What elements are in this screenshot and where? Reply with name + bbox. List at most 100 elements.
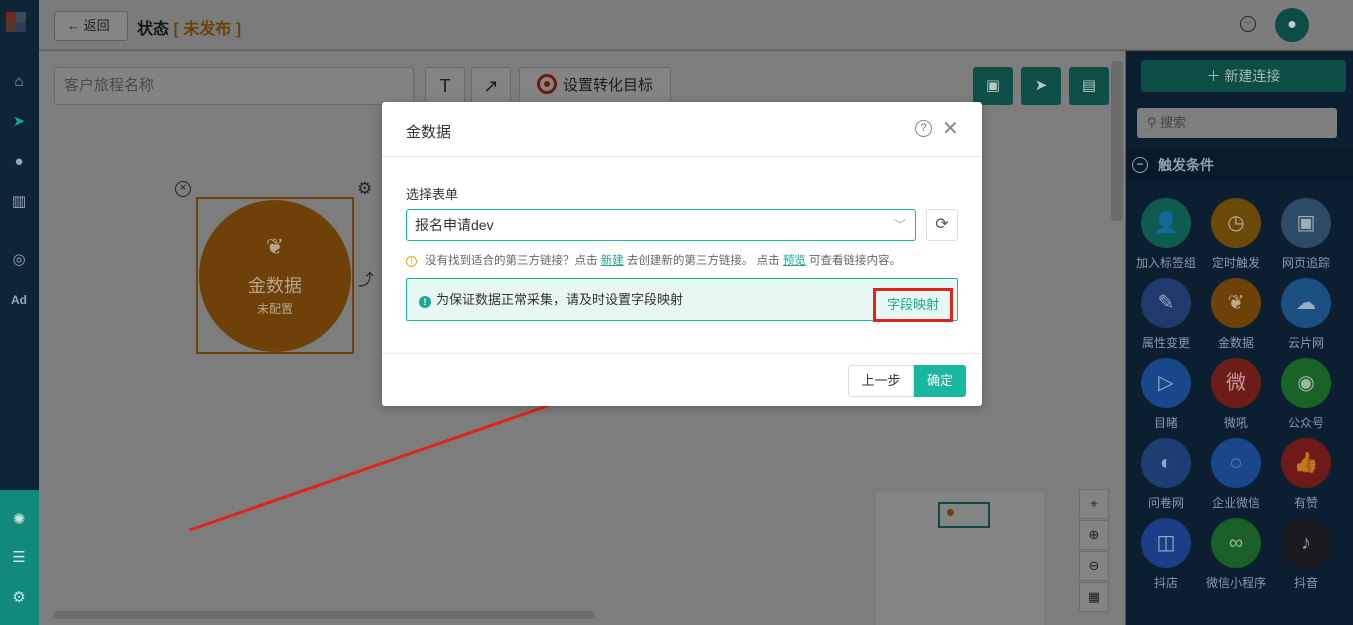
edit-icon: ✎ xyxy=(1141,278,1191,328)
person-add-icon: 👤 xyxy=(1141,198,1191,248)
trigger-item[interactable]: ☁ 云片网 xyxy=(1271,278,1341,351)
cloud-icon: ☁ xyxy=(1281,278,1331,328)
status-badge: [ 未发布 ] xyxy=(173,21,242,38)
hint-line: ! 没有找到适合的第三方链接？点击 新建 去创建新的第三方链接。 点击 预览 可查… xyxy=(406,252,901,268)
leaf-icon: ❦ xyxy=(265,234,285,259)
form-select[interactable]: 报名申请dev ﹀ xyxy=(406,209,916,241)
field-mapping-link[interactable]: 字段映射 xyxy=(873,288,953,322)
wechat-icon: ◉ xyxy=(1281,358,1331,408)
user-icon[interactable]: ● xyxy=(9,152,29,172)
layout-button[interactable]: ▤ xyxy=(1069,67,1109,105)
trigger-section-header[interactable]: − 触发条件 xyxy=(1126,149,1353,181)
new-link[interactable]: 新建 xyxy=(601,255,624,267)
set-conversion-goal-button[interactable]: 设置转化目标 xyxy=(519,67,671,105)
weihou-icon: 微 xyxy=(1211,358,1261,408)
publish-button[interactable]: ➤ xyxy=(1021,67,1061,105)
trigger-item-label: 云片网 xyxy=(1287,336,1324,350)
trigger-item[interactable]: ◷ 定时触发 xyxy=(1201,198,1271,271)
target-icon xyxy=(536,74,557,94)
trigger-item[interactable]: ◌ 企业微信 xyxy=(1201,438,1271,511)
jinshuju-node[interactable]: ❦ 金数据 未配置 xyxy=(199,200,351,352)
top-bar: ← 返回 状态 [ 未发布 ] xyxy=(39,0,1353,50)
connector-handle-icon[interactable]: ⤴ xyxy=(358,266,374,290)
selected-form-value: 报名申请dev xyxy=(415,217,494,233)
back-button[interactable]: ← 返回 xyxy=(54,11,128,41)
modal-footer: 上一步 确定 xyxy=(382,353,982,406)
tiktok-icon: ♪ xyxy=(1281,518,1331,568)
chevron-down-icon: ﹀ xyxy=(893,218,906,232)
text-tool-button[interactable]: T xyxy=(425,67,465,105)
trigger-item[interactable]: ✎ 属性变更 xyxy=(1131,278,1201,351)
trigger-item[interactable]: ▣ 网页追踪 xyxy=(1271,198,1341,271)
left-nav-rail: ⌂ ➤ ● ▥ ◎ Ad ✺ ☰ ⚙ xyxy=(0,0,39,625)
modal-title: 金数据 xyxy=(406,124,452,141)
back-label: 返回 xyxy=(83,18,110,33)
save-button[interactable]: ▣ xyxy=(973,67,1013,105)
fit-view-icon[interactable]: ▦ xyxy=(1079,582,1109,612)
server-icon[interactable]: ☰ xyxy=(9,548,29,568)
help-icon[interactable]: ? xyxy=(915,120,932,137)
trigger-item-label: 抖音 xyxy=(1293,576,1318,590)
node-status: 未配置 xyxy=(256,302,293,316)
avatar[interactable]: ● xyxy=(1275,8,1309,42)
page-title: 状态 [ 未发布 ] xyxy=(137,21,242,38)
wenjuan-icon: ◐ xyxy=(1141,438,1191,488)
jinshuju-icon: ❦ xyxy=(1211,278,1261,328)
minimap-node xyxy=(947,509,954,516)
confirm-button[interactable]: 确定 xyxy=(914,365,966,397)
plus-icon: ＋ xyxy=(1206,68,1221,84)
trigger-item[interactable]: 微微吼 xyxy=(1201,358,1271,431)
network-icon[interactable]: ✺ xyxy=(9,510,29,530)
trigger-item-label: 企业微信 xyxy=(1211,496,1260,510)
panel-search-input[interactable]: ⚲ 搜索 xyxy=(1137,108,1337,138)
gear-icon[interactable]: ⚙ xyxy=(9,588,29,608)
webpage-icon: ▣ xyxy=(1281,198,1331,248)
arrow-tool-button[interactable]: ↗ xyxy=(471,67,511,105)
minimap-viewport[interactable] xyxy=(938,502,990,528)
zoom-in-icon[interactable]: ⊕ xyxy=(1079,520,1109,550)
ad-icon[interactable]: Ad xyxy=(9,290,29,310)
trigger-item[interactable]: ◫ 抖店 xyxy=(1131,518,1201,591)
journey-name-input[interactable]: 客户旅程名称 xyxy=(54,67,414,105)
horizontal-scrollbar[interactable] xyxy=(54,611,594,619)
locate-icon[interactable]: ⌖ xyxy=(1079,489,1109,519)
jinshuju-modal: 金数据 ? ✕ 选择表单 报名申请dev ﹀ ⟳ ! 没有找到适合的第三方链接？点… xyxy=(382,102,982,406)
trigger-item-label: 有赞 xyxy=(1293,496,1318,510)
node-settings-icon[interactable]: ⚙ xyxy=(357,179,372,199)
previous-step-button[interactable]: 上一步 xyxy=(848,365,914,397)
trigger-item[interactable]: 👤 加入标签组 xyxy=(1131,198,1201,271)
send-icon: ➤ xyxy=(1034,77,1048,94)
trigger-item[interactable]: ♪ 抖音 xyxy=(1271,518,1341,591)
save-icon: ▣ xyxy=(985,77,1001,94)
trigger-item[interactable]: ▷ 目睹 xyxy=(1131,358,1201,431)
modal-header: 金数据 ? ✕ xyxy=(382,102,982,157)
trigger-item[interactable]: ∞ 微信小程序 xyxy=(1201,518,1271,591)
wechat-icon[interactable]: ◎ xyxy=(9,250,29,270)
arrow-left-icon: ← xyxy=(67,18,80,33)
home-icon[interactable]: ⌂ xyxy=(9,72,29,92)
bar-chart-icon[interactable]: ▥ xyxy=(9,192,29,212)
vertical-scrollbar[interactable] xyxy=(1111,61,1123,221)
chat-icon[interactable]: ··· xyxy=(1240,16,1256,32)
trigger-item-label: 定时触发 xyxy=(1211,256,1260,270)
trigger-item[interactable]: ◉ 公众号 xyxy=(1271,358,1341,431)
trigger-item[interactable]: 👍 有赞 xyxy=(1271,438,1341,511)
close-icon[interactable]: ✕ xyxy=(942,116,959,141)
form-select-label: 选择表单 xyxy=(406,187,459,202)
new-connection-button[interactable]: ＋ 新建连接 xyxy=(1141,60,1346,92)
right-panel: ＋ 新建连接 ⚲ 搜索 − 触发条件 👤 加入标签组 ◷ 定时触发 ▣ 网页追踪 ✎ 属性变更… xyxy=(1126,51,1353,625)
trigger-item-label: 目睹 xyxy=(1153,416,1178,430)
thumbs-up-icon: 👍 xyxy=(1281,438,1331,488)
play-icon: ▷ xyxy=(1141,358,1191,408)
warning-icon: ! xyxy=(406,256,417,267)
app-logo xyxy=(6,8,34,46)
send-icon[interactable]: ➤ xyxy=(9,112,29,132)
zoom-out-icon[interactable]: ⊖ xyxy=(1079,551,1109,581)
minimap[interactable] xyxy=(876,493,1044,625)
trigger-item[interactable]: ❦ 金数据 xyxy=(1201,278,1271,351)
preview-link[interactable]: 预览 xyxy=(783,255,806,267)
trigger-item[interactable]: ◐ 问卷网 xyxy=(1131,438,1201,511)
refresh-button[interactable]: ⟳ xyxy=(926,209,958,241)
node-delete-icon[interactable]: × xyxy=(175,181,191,197)
left-rail-bottom: ✺ ☰ ⚙ xyxy=(0,490,39,625)
